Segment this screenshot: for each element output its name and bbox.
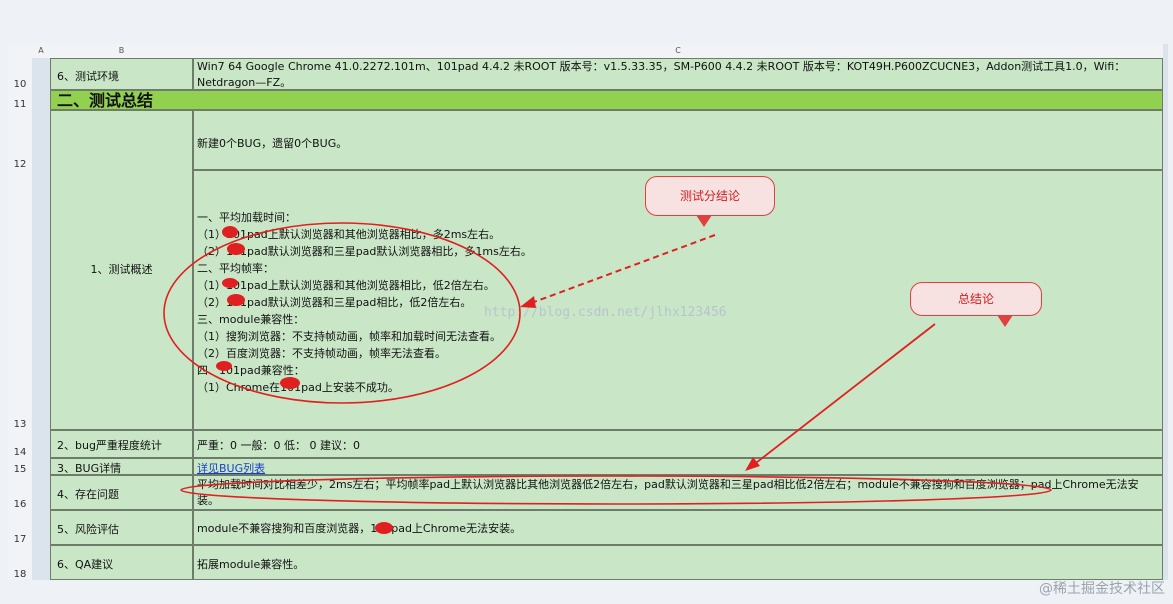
bug-count-text: 新建0个BUG，遗留0个BUG。 [197, 137, 348, 150]
overview-line: （2）百度浏览器：不支持帧动画，帧率无法查看。 [197, 347, 446, 360]
cell-c18[interactable]: 拓展module兼容性。 [193, 545, 1163, 580]
qa-text: 拓展module兼容性。 [197, 558, 305, 571]
overview-line: （1）搜狗浏览器：不支持帧动画，帧率和加载时间无法查看。 [197, 330, 501, 343]
row-header-10[interactable]: 10 [8, 58, 33, 90]
section-test-summary[interactable]: 二、测试总结 [50, 90, 1163, 110]
overview-line: 四、101pad兼容性： [197, 364, 305, 377]
callout-sub-conclusion: 测试分结论 [645, 176, 775, 227]
overview-line: 二、平均帧率： [197, 262, 274, 275]
cell-c15[interactable]: 详见BUG列表 [193, 458, 1163, 475]
overview-line: （1）101pad上默认浏览器和其他浏览器相比，低2倍左右。 [197, 279, 495, 292]
cell-b18[interactable]: 6、QA建议 [50, 545, 193, 580]
label-test-env: 6、测试环境 [57, 70, 119, 83]
row-header-14[interactable]: 14 [8, 430, 33, 458]
overview-line: （1）Chrome在101pad上安装不成功。 [197, 381, 399, 394]
label-qa: 6、QA建议 [57, 558, 114, 571]
row-header-17[interactable]: 17 [8, 510, 33, 545]
test-env-text: Win7 64 Google Chrome 41.0.2272.101m、101… [197, 60, 1126, 89]
cell-c12[interactable]: 新建0个BUG，遗留0个BUG。 [193, 110, 1163, 170]
cell-c10[interactable]: Win7 64 Google Chrome 41.0.2272.101m、101… [193, 58, 1163, 90]
row-header-16[interactable]: 16 [8, 475, 33, 510]
cell-b15[interactable]: 3、BUG详情 [50, 458, 193, 475]
row-header-11[interactable]: 11 [8, 90, 33, 110]
section-title: 二、测试总结 [57, 91, 154, 110]
overview-line: （2）101pad默认浏览器和三星pad相比，低2倍左右。 [197, 296, 472, 309]
overview-line: 三、module兼容性： [197, 313, 305, 326]
label-bug-detail: 3、BUG详情 [57, 462, 122, 475]
column-header-a[interactable]: A [32, 44, 50, 59]
row-header-13[interactable]: 13 [8, 170, 33, 430]
cell-c14[interactable]: 严重：0 一般：0 低： 0 建议：0 [193, 430, 1163, 458]
callout-total-conclusion: 总结论 [910, 282, 1042, 327]
corner-header[interactable] [8, 44, 32, 59]
label-risk: 5、风险评估 [57, 523, 119, 536]
cell-c16[interactable]: 平均加载时间对比相差少，2ms左右；平均帧率pad上默认浏览器比其他浏览器低2倍… [193, 475, 1163, 510]
label-bug-severity: 2、bug严重程度统计 [57, 439, 162, 452]
risk-text: module不兼容搜狗和百度浏览器，101pad上Chrome无法安装。 [197, 522, 522, 535]
bug-severity-text: 严重：0 一般：0 低： 0 建议：0 [197, 439, 360, 452]
column-header-c[interactable]: C [193, 44, 1163, 59]
cell-c17[interactable]: module不兼容搜狗和百度浏览器，101pad上Chrome无法安装。 [193, 510, 1163, 545]
overview-line: （1）101pad上默认浏览器和其他浏览器相比，多2ms左右。 [197, 228, 501, 241]
overview-line: 一、平均加载时间： [197, 211, 296, 224]
label-issues: 4、存在问题 [57, 488, 119, 501]
cell-b17[interactable]: 5、风险评估 [50, 510, 193, 545]
cell-b12-13-merged[interactable]: 1、测试概述 [50, 110, 193, 430]
overview-lines: 一、平均加载时间： （1）101pad上默认浏览器和其他浏览器相比，多2ms左右… [197, 209, 532, 396]
row-header-12[interactable]: 12 [8, 110, 33, 170]
column-a-cells[interactable] [32, 58, 50, 580]
watermark-text: http://blog.csdn.net/jlhx123456 [484, 305, 727, 320]
row-header-15[interactable]: 15 [8, 458, 33, 475]
label-test-overview: 1、测试概述 [90, 263, 153, 276]
bug-list-link[interactable]: 详见BUG列表 [197, 460, 265, 474]
column-header-b[interactable]: B [50, 44, 193, 59]
row-header-18[interactable]: 18 [8, 545, 33, 580]
site-brand-watermark: @稀土掘金技术社区 [1039, 581, 1165, 597]
cell-b14[interactable]: 2、bug严重程度统计 [50, 430, 193, 458]
overview-line: （2）101pad默认浏览器和三星pad默认浏览器相比，多1ms左右。 [197, 245, 532, 258]
cell-b16[interactable]: 4、存在问题 [50, 475, 193, 510]
cell-b10[interactable]: 6、测试环境 [50, 58, 193, 90]
issues-text: 平均加载时间对比相差少，2ms左右；平均帧率pad上默认浏览器比其他浏览器低2倍… [197, 478, 1139, 507]
